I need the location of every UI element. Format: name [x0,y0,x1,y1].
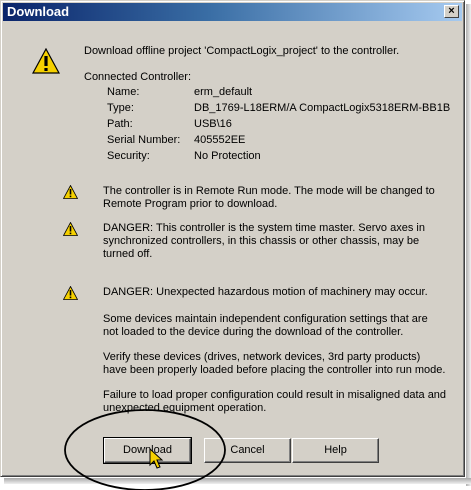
serial-number-value: 405552EE [194,134,246,146]
name-label: Name: [107,86,140,98]
close-button[interactable]: × [444,5,459,18]
download-dialog: Download × Download offline project 'Com… [0,0,465,490]
security-value: No Protection [194,150,261,162]
warning-icon [32,48,60,74]
serial-number-label: Serial Number: [107,134,181,146]
small-warning-icon [63,286,78,300]
security-label: Security: [107,150,150,162]
intro-text: Download offline project 'CompactLogix_p… [84,45,400,57]
highlight-circle [64,409,226,490]
path-value: USB\16 [194,118,232,130]
window-shadow-right [466,4,471,486]
title-bar[interactable]: Download × [3,3,462,21]
name-value: erm_default [194,86,253,98]
path-label: Path: [107,118,133,130]
small-warning-icon [63,222,78,236]
hazardous-motion-danger: DANGER: Unexpected hazardous motion of m… [103,286,428,298]
help-button[interactable]: Help [292,438,379,463]
devices-note: Some devices maintain independent config… [103,313,428,338]
connected-controller-label: Connected Controller: [84,71,192,83]
small-warning-icon [63,185,78,199]
remote-run-warning: The controller is in Remote Run mode. Th… [103,185,435,210]
type-label: Type: [107,102,134,114]
type-value: DB_1769-L18ERM/A CompactLogix5318ERM-BB1… [194,102,451,114]
mouse-cursor-icon [149,448,164,469]
window-title: Download [7,4,70,19]
time-master-danger: DANGER: This controller is the system ti… [103,222,425,260]
verify-devices-note: Verify these devices (drives, network de… [103,351,446,376]
